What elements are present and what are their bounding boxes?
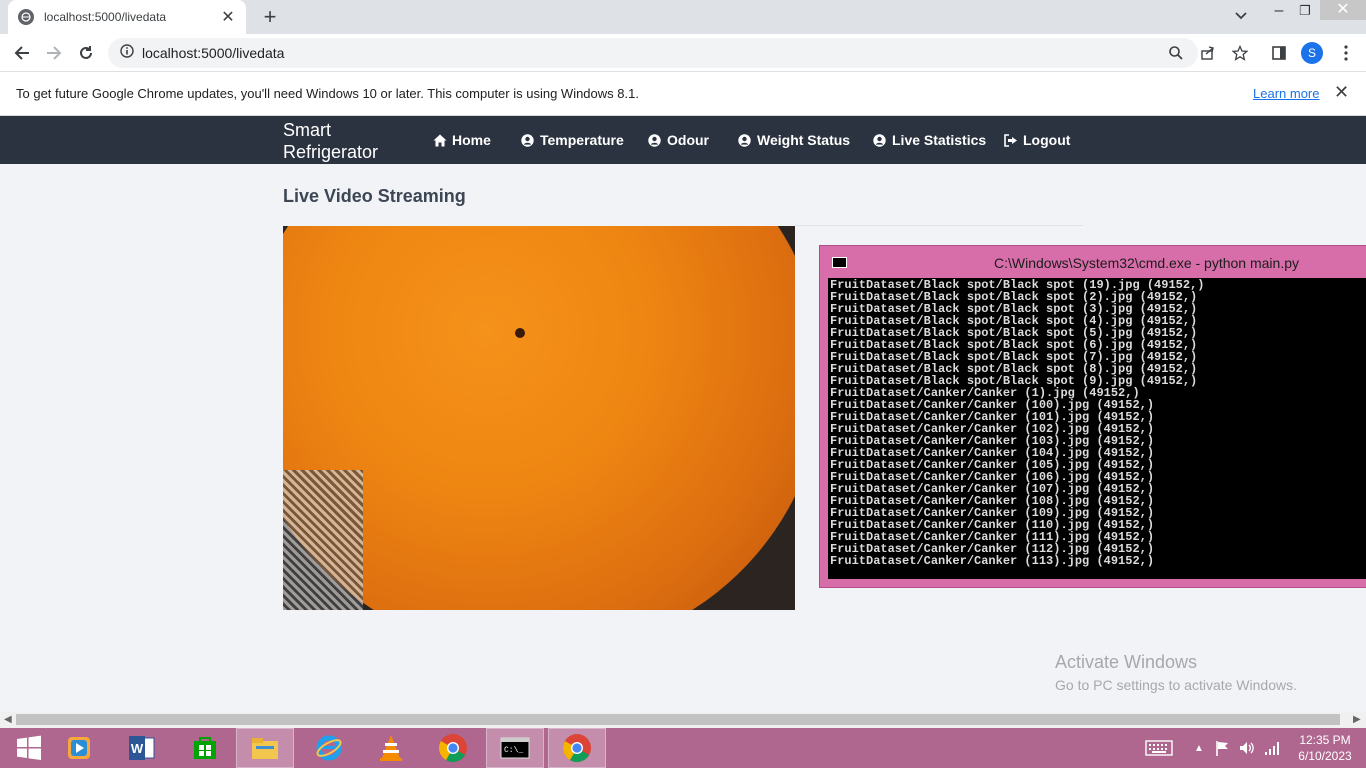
svg-text:W: W: [131, 741, 144, 756]
scroll-right-icon[interactable]: ▶: [1353, 714, 1361, 725]
zoom-icon[interactable]: [1164, 41, 1188, 65]
site-brand[interactable]: Smart Refrigerator: [283, 119, 403, 163]
nav-home[interactable]: Home: [433, 132, 491, 148]
user-circle-icon: [521, 133, 534, 147]
close-icon[interactable]: ✕: [1334, 82, 1349, 103]
cmd-titlebar[interactable]: C:\Windows\System32\cmd.exe - python mai…: [820, 246, 1366, 278]
learn-more-link[interactable]: Learn more: [1253, 86, 1319, 101]
user-circle-icon: [738, 133, 751, 147]
tray-chevron-up-icon[interactable]: ▲: [1190, 728, 1208, 768]
forward-icon[interactable]: [42, 41, 66, 65]
menu-kebab-icon[interactable]: [1334, 41, 1358, 65]
cmd-window[interactable]: C:\Windows\System32\cmd.exe - python mai…: [819, 245, 1366, 588]
vlc-icon[interactable]: [362, 728, 420, 768]
info-icon[interactable]: [120, 43, 134, 63]
file-explorer-icon[interactable]: [236, 728, 294, 768]
window-minimize-button[interactable]: –: [1268, 2, 1290, 24]
page-title: Live Video Streaming: [283, 186, 466, 206]
network-signal-icon[interactable]: [1262, 728, 1282, 768]
nav-temperature-label: Temperature: [540, 132, 624, 148]
scroll-left-icon[interactable]: ◀: [4, 714, 12, 725]
infobar-message: To get future Google Chrome updates, you…: [16, 86, 639, 101]
brand-line-1: Smart: [283, 120, 332, 140]
nav-logout[interactable]: Logout: [1004, 132, 1070, 148]
profile-avatar[interactable]: S: [1301, 42, 1323, 64]
flag-icon[interactable]: [1212, 728, 1232, 768]
nav-weight-status[interactable]: Weight Status: [738, 132, 850, 148]
browser-tabstrip: localhost:5000/livedata ✕ + – ❐ ✕: [0, 0, 1366, 34]
back-icon[interactable]: [10, 41, 34, 65]
share-icon[interactable]: [1196, 41, 1220, 65]
brand-line-2: Refrigerator: [283, 142, 379, 162]
activation-watermark-subtitle: Go to PC settings to activate Windows.: [1055, 677, 1297, 693]
browser-tab[interactable]: localhost:5000/livedata ✕: [8, 0, 246, 34]
nav-odour-label: Odour: [667, 132, 709, 148]
logout-icon: [1004, 133, 1017, 147]
nav-live-statistics[interactable]: Live Statistics: [873, 132, 986, 148]
tab-title: localhost:5000/livedata: [44, 10, 167, 24]
globe-icon: [18, 9, 34, 25]
svg-text:C:\_: C:\_: [504, 746, 523, 755]
update-infobar: To get future Google Chrome updates, you…: [0, 72, 1366, 116]
windows-taskbar: W C:\_ ▲ 12:35 PM 6/10/2023: [0, 728, 1366, 768]
clock-date: 6/10/2023: [1298, 749, 1352, 763]
divider: [795, 225, 1083, 226]
live-video-stream: [283, 226, 795, 610]
window-restore-button[interactable]: ❐: [1294, 2, 1316, 24]
window-close-button[interactable]: ✕: [1320, 0, 1366, 20]
nav-temperature[interactable]: Temperature: [521, 132, 624, 148]
address-bar[interactable]: localhost:5000/livedata: [108, 38, 1198, 68]
home-icon: [433, 134, 447, 147]
chrome-icon[interactable]: [548, 728, 606, 768]
internet-explorer-icon[interactable]: [300, 728, 358, 768]
word-icon[interactable]: W: [113, 728, 171, 768]
cmd-title: C:\Windows\System32\cmd.exe - python mai…: [994, 255, 1300, 271]
site-navbar: Smart Refrigerator Home Temperature Odou…: [0, 116, 1366, 164]
new-tab-button[interactable]: +: [258, 4, 282, 30]
cmd-icon: [832, 257, 847, 268]
scrollbar-thumb[interactable]: [16, 714, 1340, 725]
close-tab-icon[interactable]: ✕: [220, 7, 236, 27]
store-icon[interactable]: [176, 728, 234, 768]
url-text: localhost:5000/livedata: [142, 45, 285, 61]
nav-weight-status-label: Weight Status: [757, 132, 851, 148]
user-circle-icon: [648, 133, 661, 147]
cmd-icon[interactable]: C:\_: [486, 728, 544, 768]
cmd-output[interactable]: FruitDataset/Black spot/Black spot (19).…: [828, 278, 1366, 579]
nav-logout-label: Logout: [1023, 132, 1071, 148]
reload-icon[interactable]: [74, 41, 98, 65]
horizontal-scrollbar[interactable]: ◀ ▶: [0, 712, 1366, 728]
bookmark-star-icon[interactable]: [1228, 41, 1252, 65]
taskbar-clock[interactable]: 12:35 PM 6/10/2023: [1296, 732, 1354, 764]
nav-live-statistics-label: Live Statistics: [892, 132, 987, 148]
activation-watermark-title: Activate Windows: [1055, 652, 1198, 672]
user-circle-icon: [873, 133, 886, 147]
nav-odour[interactable]: Odour: [648, 132, 709, 148]
black-spot-mark: [515, 328, 525, 338]
chevron-down-icon[interactable]: [1232, 6, 1250, 24]
media-player-icon[interactable]: [50, 728, 108, 768]
tray-mesh-image: [283, 470, 363, 610]
volume-icon[interactable]: [1236, 728, 1258, 768]
nav-home-label: Home: [452, 132, 491, 148]
clock-time: 12:35 PM: [1299, 733, 1351, 747]
keyboard-icon[interactable]: [1142, 728, 1176, 768]
chrome-icon[interactable]: [424, 728, 482, 768]
side-panel-icon[interactable]: [1267, 41, 1291, 65]
cmd-line: FruitDataset/Canker/Canker (113).jpg (49…: [830, 554, 1155, 568]
browser-toolbar: localhost:5000/livedata S: [0, 34, 1366, 72]
